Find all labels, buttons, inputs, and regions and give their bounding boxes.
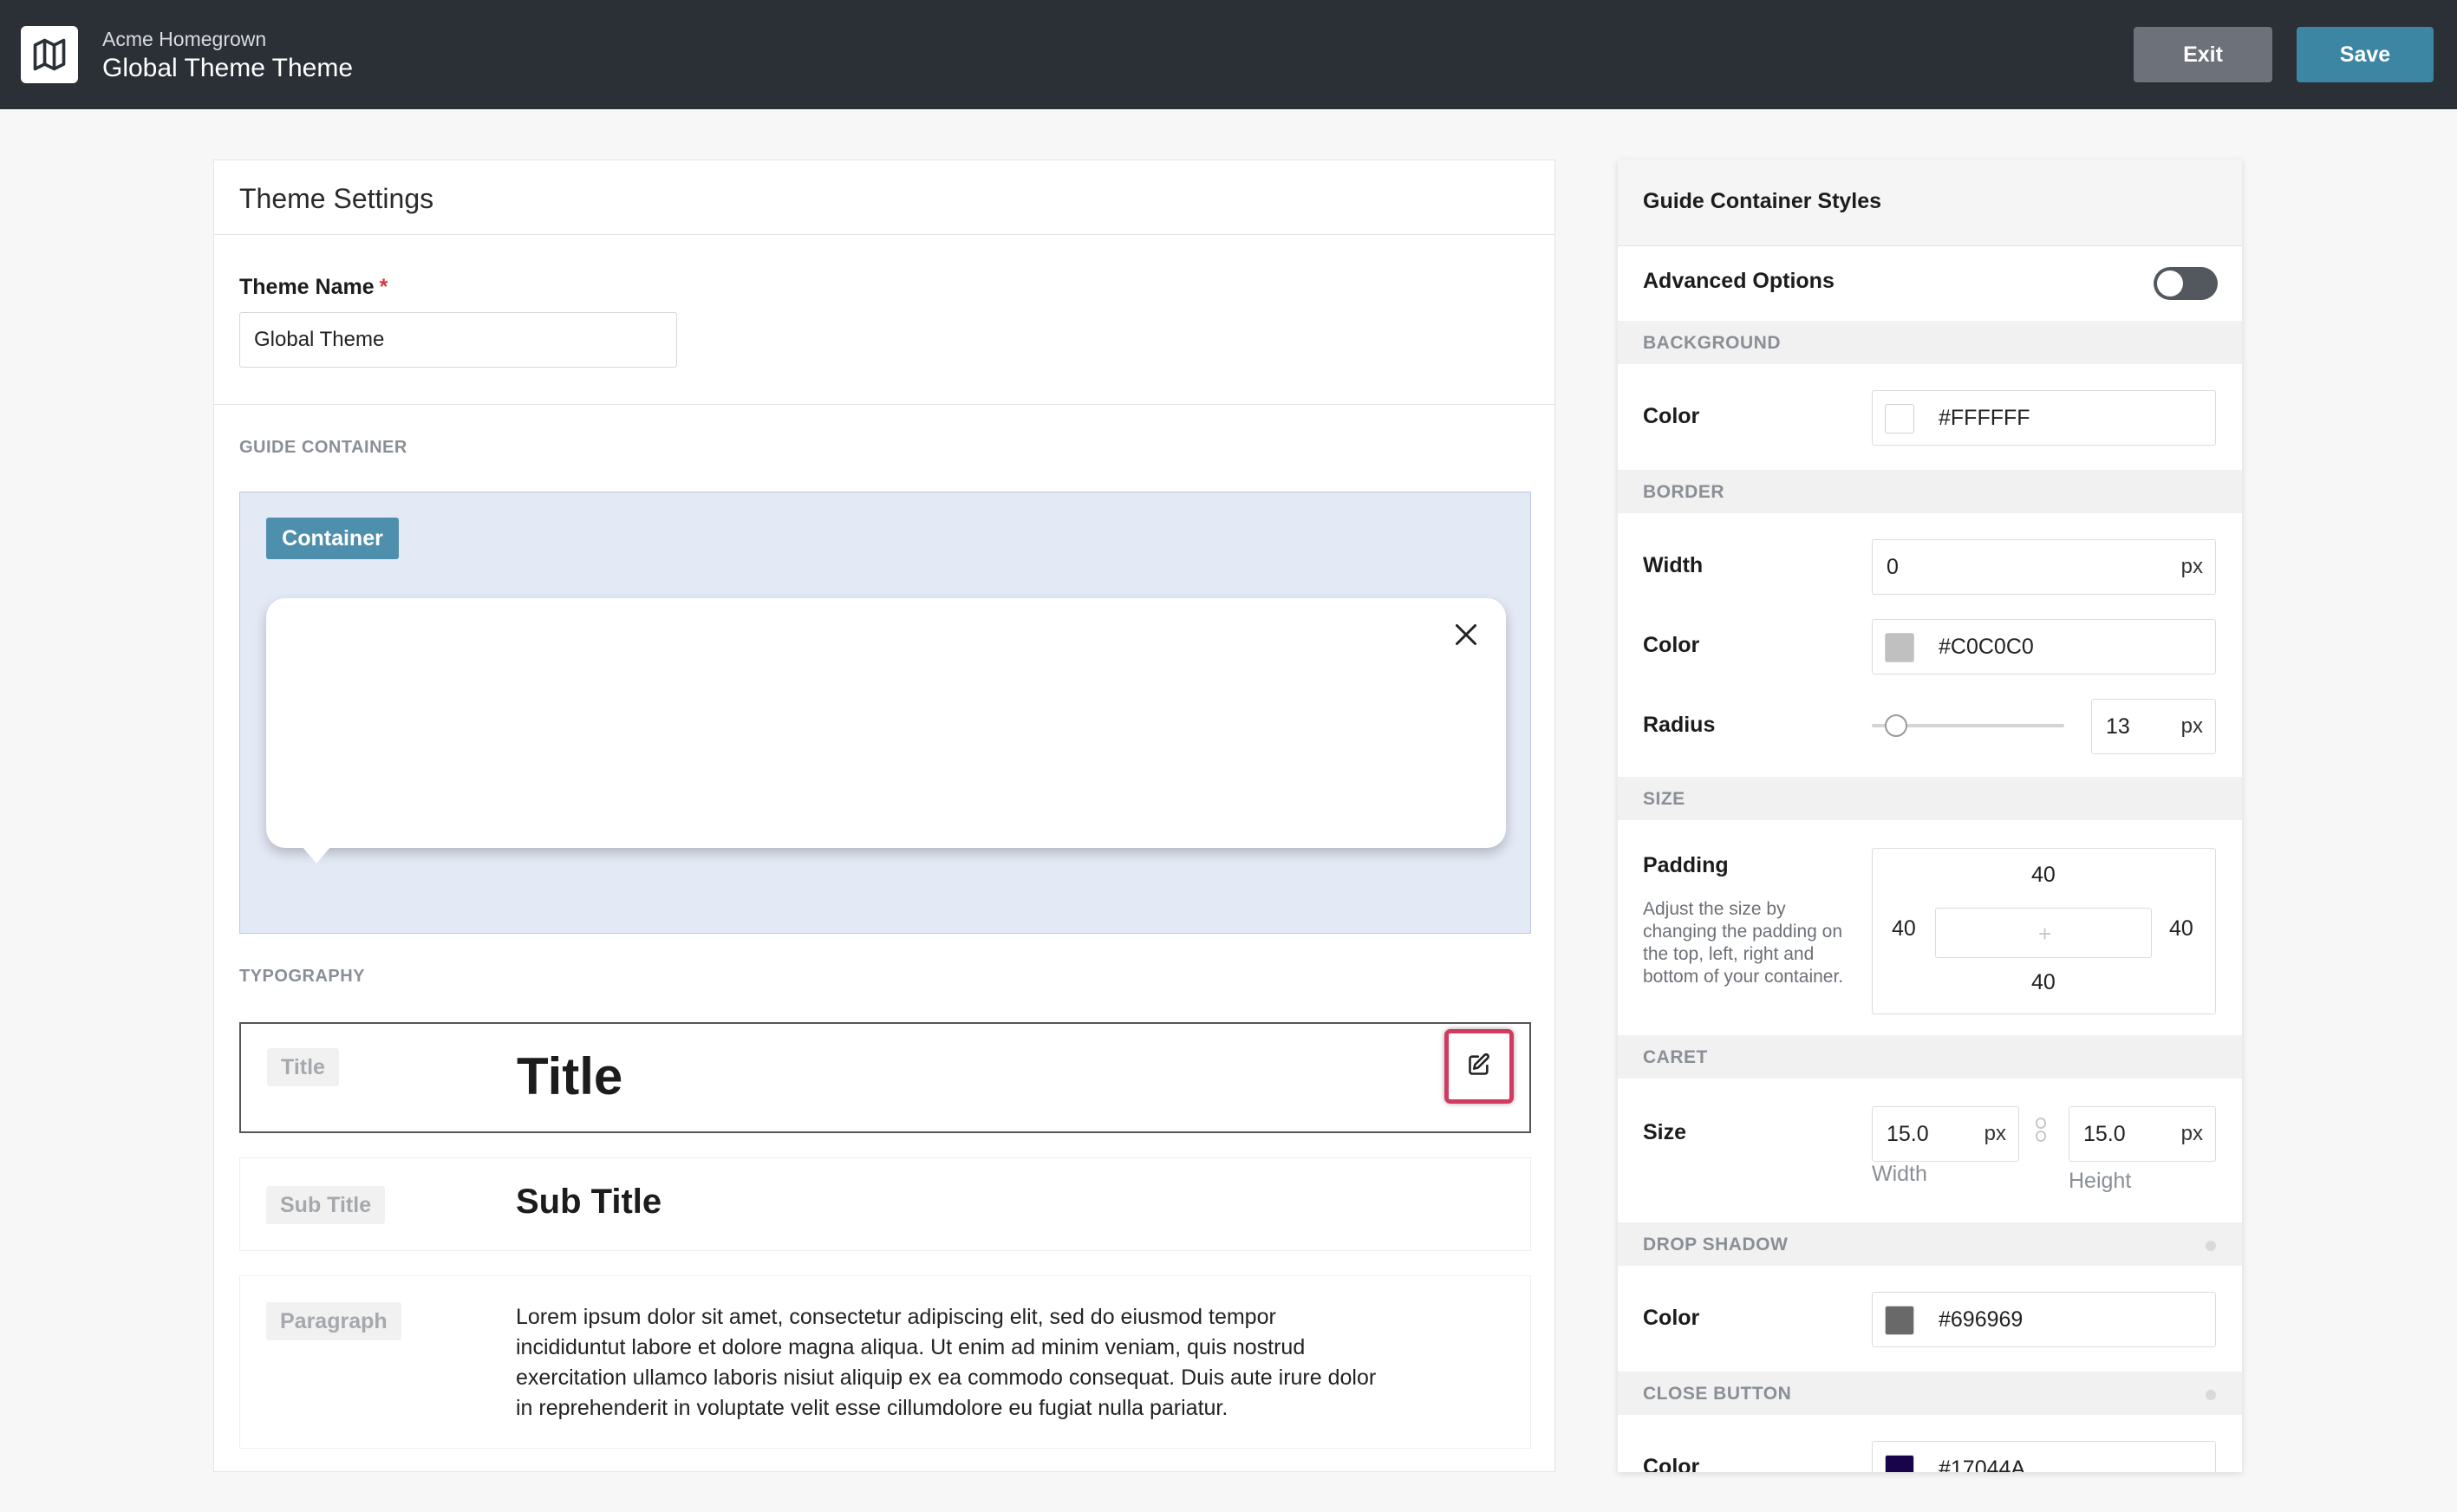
close-button-section: CLOSE BUTTON: [1618, 1372, 2242, 1415]
typography-row-subtitle[interactable]: Sub Title Sub Title: [239, 1157, 1531, 1251]
caret-height-value: 15.0: [2083, 1122, 2126, 1146]
size-section: SIZE: [1618, 777, 2242, 820]
page-title: Global Theme Theme: [102, 54, 354, 82]
required-mark: *: [379, 275, 388, 299]
background-color-label: Color: [1643, 404, 1700, 428]
typography-row-title[interactable]: Title Title: [239, 1022, 1531, 1133]
border-width-input[interactable]: 0 px: [1872, 539, 2216, 595]
map-icon[interactable]: [21, 26, 78, 83]
close-button-color-value: #17044A: [1939, 1457, 2026, 1472]
typography-tag: Sub Title: [266, 1186, 386, 1224]
advanced-options-label: Advanced Options: [1643, 269, 1835, 293]
unit-label: px: [2180, 714, 2203, 738]
padding-editor: 40 40 + 40 40: [1872, 848, 2216, 1014]
container-preview[interactable]: Container: [239, 492, 1531, 934]
typography-tag: Paragraph: [266, 1302, 401, 1340]
padding-right[interactable]: 40: [2169, 916, 2193, 942]
plus-icon: +: [2038, 921, 2052, 947]
drop-shadow-color-value: #696969: [1939, 1307, 2024, 1332]
close-icon[interactable]: [1450, 619, 1482, 650]
close-button-color-label: Color: [1643, 1455, 1700, 1472]
save-button[interactable]: Save: [2297, 27, 2434, 82]
edit-icon: [1467, 1053, 1491, 1081]
padding-top[interactable]: 40: [2031, 863, 2056, 888]
unit-label: px: [2180, 555, 2203, 578]
border-section: BORDER: [1618, 470, 2242, 513]
typography-row-paragraph[interactable]: Paragraph Lorem ipsum dolor sit amet, co…: [239, 1275, 1531, 1449]
caret-height-input[interactable]: 15.0 px: [2069, 1106, 2216, 1162]
close-button-color-input[interactable]: #17044A: [1872, 1441, 2216, 1472]
caret-width-caption: Width: [1872, 1162, 1927, 1186]
caret-size-label: Size: [1643, 1120, 1687, 1144]
link-icon[interactable]: [2034, 1117, 2048, 1147]
guide-preview-box: [266, 598, 1506, 864]
theme-name-input[interactable]: Global Theme: [239, 312, 677, 368]
caret-section: CARET: [1618, 1035, 2242, 1079]
border-radius-label: Radius: [1643, 713, 1716, 737]
background-caption: BACKGROUND: [1643, 333, 1781, 353]
border-width-label: Width: [1643, 553, 1704, 577]
background-section: BACKGROUND: [1618, 321, 2242, 364]
caret-width-value: 15.0: [1887, 1122, 1929, 1146]
border-radius-value: 13: [2106, 714, 2130, 739]
edit-button[interactable]: [1444, 1029, 1514, 1104]
color-swatch[interactable]: [1885, 1306, 1914, 1335]
top-bar: Acme Homegrown Global Theme Theme Exit S…: [0, 0, 2457, 109]
border-width-value: 0: [1887, 555, 1899, 579]
border-color-value: #C0C0C0: [1939, 635, 2034, 659]
background-color-value: #FFFFFF: [1939, 406, 2030, 430]
theme-settings-heading: Theme Settings: [239, 183, 434, 214]
padding-label: Padding: [1643, 853, 1729, 877]
status-dot: [2206, 1390, 2216, 1400]
theme-settings-card: Theme Settings Theme Name * Global Theme …: [213, 160, 1555, 1472]
preview-caret: [297, 841, 336, 864]
padding-center[interactable]: +: [1935, 908, 2152, 958]
color-swatch[interactable]: [1885, 404, 1914, 433]
caret-width-input[interactable]: 15.0 px: [1872, 1106, 2019, 1162]
theme-name-label-text: Theme Name: [239, 275, 375, 299]
styles-panel-header: Guide Container Styles: [1618, 160, 2242, 246]
styles-panel: Guide Container Styles Advanced Options …: [1618, 160, 2242, 1472]
org-name: Acme Homegrown: [102, 28, 267, 50]
drop-shadow-section: DROP SHADOW: [1618, 1222, 2242, 1266]
typography-caption: TYPOGRAPHY: [239, 967, 366, 986]
advanced-options-toggle[interactable]: [2154, 267, 2218, 300]
theme-settings-header: Theme Settings: [214, 160, 1554, 235]
typography-tag: Title: [267, 1048, 339, 1086]
radius-slider-handle[interactable]: [1885, 714, 1907, 737]
status-dot: [2206, 1241, 2216, 1251]
border-caption: BORDER: [1643, 482, 1725, 502]
drop-shadow-color-input[interactable]: #696969: [1872, 1292, 2216, 1347]
drop-shadow-color-label: Color: [1643, 1306, 1700, 1330]
divider: [214, 404, 1554, 405]
unit-label: px: [1984, 1122, 2006, 1145]
exit-button[interactable]: Exit: [2134, 27, 2272, 82]
close-button-caption: CLOSE BUTTON: [1643, 1384, 1792, 1404]
padding-left[interactable]: 40: [1892, 916, 1916, 942]
size-caption: SIZE: [1643, 789, 1685, 809]
toggle-knob: [2157, 270, 2183, 297]
unit-label: px: [2180, 1122, 2203, 1145]
border-color-input[interactable]: #C0C0C0: [1872, 619, 2216, 675]
styles-panel-heading: Guide Container Styles: [1643, 189, 1882, 213]
padding-description: Adjust the size by changing the padding …: [1643, 899, 1844, 987]
caret-caption: CARET: [1643, 1047, 1708, 1067]
drop-shadow-caption: DROP SHADOW: [1643, 1235, 1789, 1255]
theme-name-value: Global Theme: [254, 328, 385, 351]
color-swatch[interactable]: [1885, 633, 1914, 662]
typography-sample-title: Title: [517, 1047, 623, 1105]
caret-height-caption: Height: [2069, 1169, 2132, 1193]
color-swatch[interactable]: [1885, 1455, 1914, 1472]
theme-name-label: Theme Name *: [239, 275, 388, 300]
container-badge[interactable]: Container: [266, 518, 399, 559]
border-radius-input[interactable]: 13 px: [2091, 699, 2216, 754]
background-color-input[interactable]: #FFFFFF: [1872, 390, 2216, 446]
typography-sample-subtitle: Sub Title: [516, 1183, 662, 1221]
typography-sample-paragraph: Lorem ipsum dolor sit amet, consectetur …: [516, 1305, 1377, 1420]
padding-bottom[interactable]: 40: [2031, 970, 2056, 995]
guide-container-caption: GUIDE CONTAINER: [239, 438, 407, 457]
border-color-label: Color: [1643, 633, 1700, 657]
